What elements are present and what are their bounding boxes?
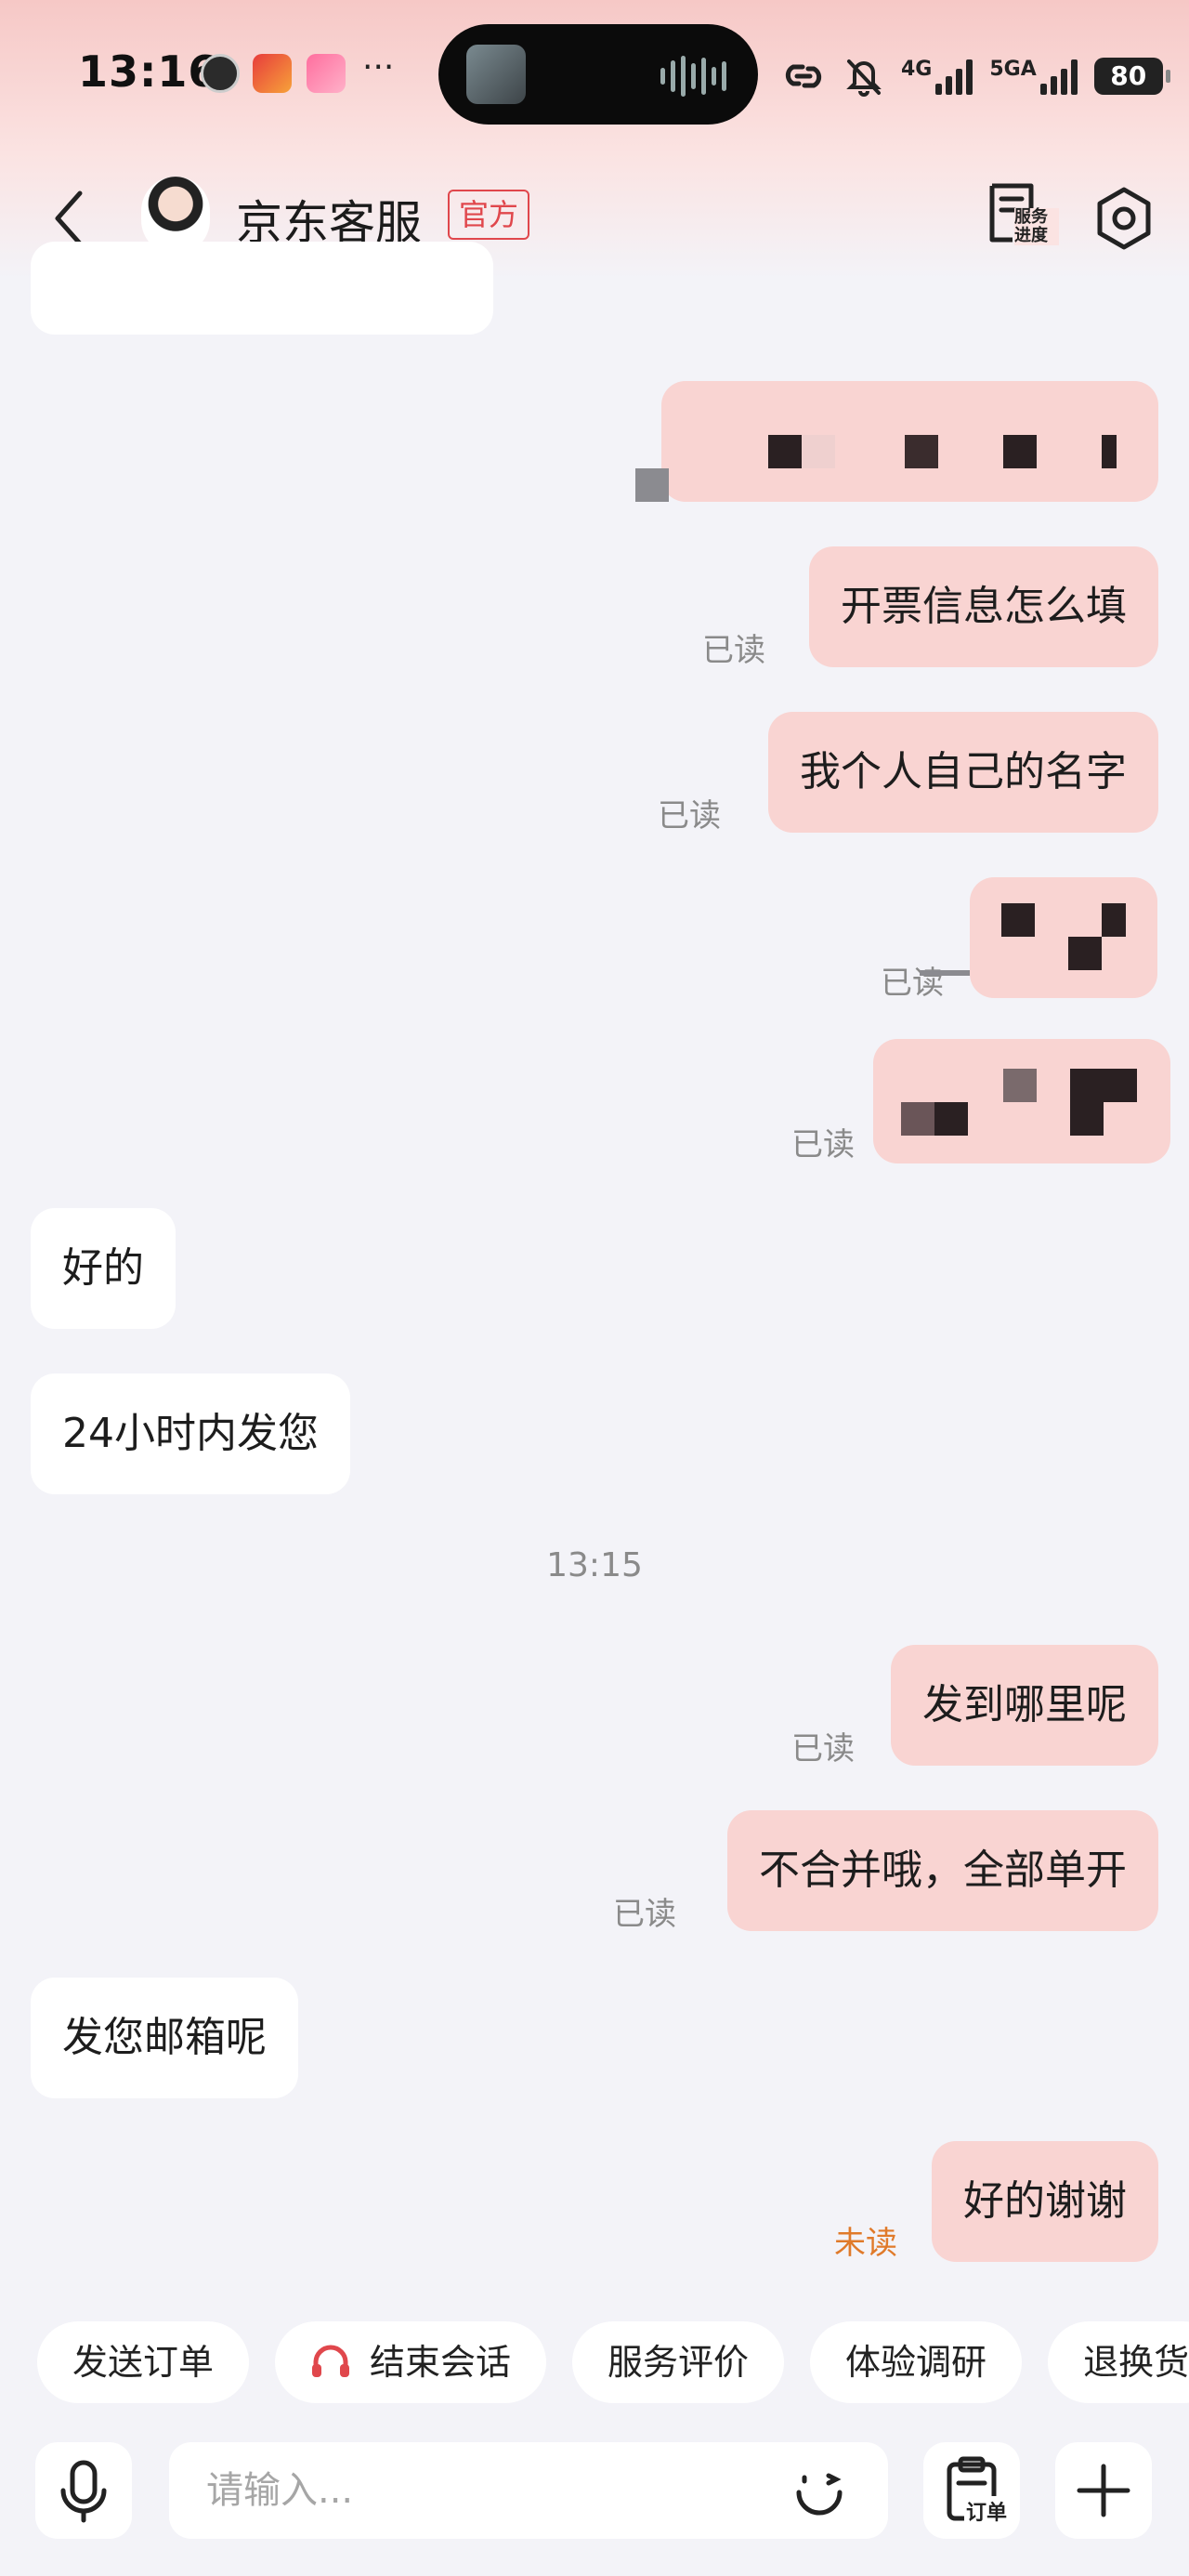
network-4g-label: 4G: [901, 58, 933, 81]
outgoing-message[interactable]: 发到哪里呢: [891, 1645, 1158, 1766]
status-time: 13:16: [78, 46, 219, 97]
send-order-chip[interactable]: 发送订单: [37, 2321, 250, 2403]
message-input[interactable]: [169, 2442, 888, 2539]
chip-label: 结束会话: [370, 2342, 512, 2383]
link-icon: [785, 64, 822, 88]
image-message-fragment: [635, 468, 669, 502]
service-rating-chip[interactable]: 服务评价: [572, 2321, 785, 2403]
chip-label: 发送订单: [72, 2342, 215, 2383]
official-badge: 官方: [448, 190, 530, 240]
voice-input-button[interactable]: [35, 2442, 132, 2539]
order-label: 订单: [964, 2496, 1010, 2526]
dynamic-island[interactable]: [438, 24, 758, 125]
plus-icon: [1077, 2464, 1130, 2517]
emoji-icon[interactable]: [791, 2464, 847, 2520]
service-progress-button[interactable]: 服务 进度: [985, 180, 1059, 255]
more-notifications-icon: ···: [362, 48, 395, 86]
read-status: 已读: [881, 965, 944, 1002]
survey-chip[interactable]: 体验调研: [810, 2321, 1023, 2403]
read-status: 已读: [702, 632, 765, 669]
audio-wave-icon: [660, 56, 726, 97]
read-status: 已读: [791, 1730, 855, 1768]
chip-label: 体验调研: [845, 2342, 987, 2383]
read-status: 已读: [791, 1126, 855, 1163]
end-session-chip[interactable]: 结束会话: [275, 2321, 547, 2403]
signal-bars-icon: [935, 58, 973, 95]
time-divider: 13:15: [546, 1546, 643, 1584]
more-options-button[interactable]: [1055, 2442, 1152, 2539]
mute-bell-icon: [846, 59, 882, 97]
signal-bars-icon: [1039, 58, 1078, 95]
image-message-blurred[interactable]: [661, 381, 1158, 502]
return-exchange-chip[interactable]: 退换货: [1048, 2321, 1189, 2403]
video-app-icon: [307, 54, 346, 93]
microphone-icon: [60, 2460, 107, 2523]
incoming-message-partial: [31, 242, 493, 335]
outgoing-message[interactable]: 好的谢谢: [932, 2141, 1158, 2262]
back-arrow-icon[interactable]: [46, 188, 93, 249]
network-5ga-label: 5GA: [989, 58, 1037, 81]
shopping-app-icon: [253, 54, 292, 93]
image-message-blurred[interactable]: [873, 1039, 1170, 1163]
media-thumbnail: [466, 45, 526, 104]
chip-label: 服务评价: [608, 2342, 750, 2383]
incoming-message[interactable]: 好的: [31, 1208, 176, 1329]
outgoing-message[interactable]: 开票信息怎么填: [809, 546, 1158, 667]
outgoing-message[interactable]: 我个人自己的名字: [768, 712, 1158, 833]
incoming-message[interactable]: 发您邮箱呢: [31, 1978, 298, 2098]
chip-label: 退换货: [1083, 2342, 1189, 2383]
image-message-fragment: [920, 970, 970, 976]
read-status: 已读: [658, 797, 721, 835]
order-button[interactable]: 订单: [923, 2442, 1020, 2539]
settings-icon[interactable]: [1092, 184, 1156, 253]
battery-indicator: 80: [1093, 58, 1170, 95]
headset-icon: [312, 2345, 350, 2377]
clock-app-icon: [201, 54, 240, 93]
unread-status: 未读: [834, 2225, 897, 2262]
read-status: 已读: [613, 1896, 676, 1933]
status-bar: 13:16 ··· 4G 5GA 80: [0, 0, 1189, 149]
incoming-message[interactable]: 24小时内发您: [31, 1373, 350, 1494]
quick-actions-bar: 发送订单 结束会话 服务评价 体验调研 退换货: [37, 2321, 1189, 2403]
service-progress-label: 服务 进度: [1014, 208, 1059, 245]
image-message-blurred[interactable]: [970, 877, 1157, 998]
outgoing-message[interactable]: 不合并哦，全部单开: [727, 1810, 1158, 1931]
input-bar: 订单: [0, 2427, 1189, 2576]
